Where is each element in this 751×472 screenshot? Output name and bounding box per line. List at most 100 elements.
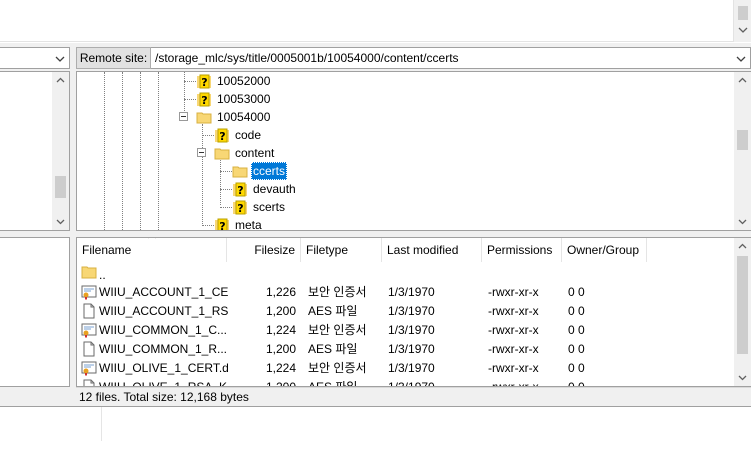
collapse-toggle[interactable] [197, 148, 206, 157]
file-permissions: -rwxr-xr-x [488, 304, 539, 318]
collapse-toggle[interactable] [179, 112, 188, 121]
local-site-combo[interactable] [0, 47, 70, 69]
chevron-down-icon[interactable] [55, 54, 65, 64]
tree-node-label[interactable]: 10053000 [215, 90, 272, 108]
tree-guide [202, 124, 203, 224]
tree-guide [122, 72, 123, 230]
unknown-folder-icon: ? [215, 218, 229, 230]
unknown-folder-icon: ? [215, 128, 229, 143]
file-modified: 1/3/1970 [388, 342, 435, 356]
scrollbar-thumb[interactable] [55, 176, 66, 198]
remote-site-label: Remote site: [76, 47, 151, 69]
tree-guide [220, 189, 232, 190]
chevron-down-icon[interactable] [737, 216, 748, 227]
scrollbar-thumb[interactable] [738, 6, 748, 20]
file-name[interactable]: WIIU_ACCOUNT_1_RS... [99, 302, 229, 321]
file-size: 1,224 [265, 361, 296, 375]
folder-icon [232, 166, 248, 178]
unknown-folder-icon: ? [197, 92, 211, 107]
file-name[interactable]: WIIU_OLIVE_1_CERT.der [99, 359, 229, 378]
file-permissions: -rwxr-xr-x [488, 342, 539, 356]
remote-tree-scrollbar[interactable] [734, 72, 751, 230]
column-header-label[interactable]: Filetype [306, 243, 348, 257]
table-row[interactable]: WIIU_ACCOUNT_1_RS... 1,200 AES 파일 1/3/19… [77, 302, 732, 321]
file-type: AES 파일 [308, 342, 358, 356]
remote-list-scrollbar[interactable] [734, 238, 751, 386]
file-size: 1,200 [265, 342, 296, 356]
file-name[interactable]: WIIU_COMMON_1_R... [99, 340, 229, 359]
file-type: AES 파일 [308, 380, 358, 387]
table-row[interactable]: WIIU_OLIVE_1_CERT.der 1,224 보안 인증서 1/3/1… [77, 359, 732, 378]
message-log [0, 0, 751, 42]
certificate-icon [81, 285, 97, 300]
tree-node-label[interactable]: devauth [251, 180, 298, 198]
column-header-label[interactable]: Last modified [387, 243, 458, 257]
local-file-list[interactable] [0, 237, 70, 387]
column-header-permissions[interactable]: Permissions [482, 238, 562, 262]
tree-node-label[interactable]: ccerts [251, 162, 288, 180]
parent-directory-row[interactable]: .. [77, 263, 732, 282]
chevron-up-icon[interactable] [55, 75, 66, 86]
column-header-filetype[interactable]: Filetype [301, 238, 382, 262]
column-header-label[interactable]: Owner/Group [567, 243, 639, 257]
table-row[interactable]: WIIU_ACCOUNT_1_CE... 1,226 보안 인증서 1/3/19… [77, 283, 732, 302]
file-permissions: -rwxr-xr-x [488, 380, 539, 387]
local-directory-tree[interactable] [0, 71, 70, 231]
scrollbar-thumb[interactable] [737, 256, 748, 354]
tree-node-label[interactable]: content [233, 144, 276, 162]
file-name[interactable]: WIIU_ACCOUNT_1_CE... [99, 283, 229, 302]
file-name[interactable]: WIIU_COMMON_1_C... [99, 321, 229, 340]
status-text: 12 files. Total size: 12,168 bytes [79, 390, 249, 404]
remote-path-text[interactable]: /storage_mlc/sys/title/0005001b/10054000… [155, 51, 459, 65]
svg-text:?: ? [201, 94, 207, 107]
tree-node-label[interactable]: meta [233, 216, 264, 230]
tree-guide [220, 207, 232, 208]
remote-directory-tree[interactable]: ? 10052000 ? 10053000 10054000 ? code co… [76, 71, 751, 231]
unknown-folder-icon: ? [233, 182, 247, 197]
tree-guide [184, 99, 196, 100]
column-header-owner-group[interactable]: Owner/Group [562, 238, 647, 262]
message-log-scrollbar[interactable] [733, 0, 751, 42]
file-owner: 0 0 [568, 342, 585, 356]
file-modified: 1/3/1970 [388, 361, 435, 375]
transfer-queue[interactable] [0, 406, 751, 472]
chevron-down-icon[interactable] [736, 54, 746, 64]
certificate-icon [81, 323, 97, 338]
tree-guide [158, 72, 159, 230]
local-tree-scrollbar[interactable] [52, 72, 69, 230]
file-name[interactable]: WIIU_OLIVE_1_RSA_K... [99, 378, 229, 386]
table-row[interactable]: WIIU_COMMON_1_R... 1,200 AES 파일 1/3/1970… [77, 340, 732, 359]
column-header-last-modified[interactable]: Last modified [382, 238, 482, 262]
chevron-up-icon[interactable] [737, 75, 748, 86]
file-permissions: -rwxr-xr-x [488, 323, 539, 337]
unknown-folder-icon: ? [233, 200, 247, 215]
tree-node-label[interactable]: scerts [251, 198, 287, 216]
folder-icon [81, 266, 97, 279]
table-row[interactable]: WIIU_OLIVE_1_RSA_K... 1,200 AES 파일 1/3/1… [77, 378, 732, 387]
column-header-label[interactable]: Filename [82, 243, 131, 257]
svg-text:?: ? [219, 130, 225, 143]
file-type: 보안 인증서 [308, 285, 367, 299]
queue-column-divider [101, 407, 102, 441]
tree-node-label[interactable]: 10054000 [215, 108, 272, 126]
remote-path-combo[interactable]: /storage_mlc/sys/title/0005001b/10054000… [151, 47, 751, 69]
tree-guide [202, 225, 214, 226]
unknown-folder-icon: ? [197, 74, 211, 89]
column-header-label[interactable]: Filesize [254, 243, 295, 257]
column-header-label[interactable]: Permissions [487, 243, 552, 257]
chevron-down-icon[interactable] [737, 24, 749, 36]
file-type: 보안 인증서 [308, 361, 367, 375]
file-modified: 1/3/1970 [388, 380, 435, 387]
tree-node-label[interactable]: code [233, 126, 263, 144]
table-row[interactable]: WIIU_COMMON_1_C... 1,224 보안 인증서 1/3/1970… [77, 321, 732, 340]
remote-file-list[interactable]: Filename Filesize Filetype Last modified… [76, 237, 751, 387]
column-header-filesize[interactable]: Filesize [227, 238, 301, 262]
chevron-down-icon[interactable] [737, 372, 748, 383]
chevron-down-icon[interactable] [55, 216, 66, 227]
scrollbar-thumb[interactable] [737, 130, 748, 150]
chevron-up-icon[interactable] [737, 241, 748, 252]
file-size: 1,200 [265, 380, 296, 387]
file-owner: 0 0 [568, 380, 585, 387]
tree-node-label[interactable]: 10052000 [215, 72, 272, 90]
column-header-filename[interactable]: Filename [77, 238, 227, 262]
